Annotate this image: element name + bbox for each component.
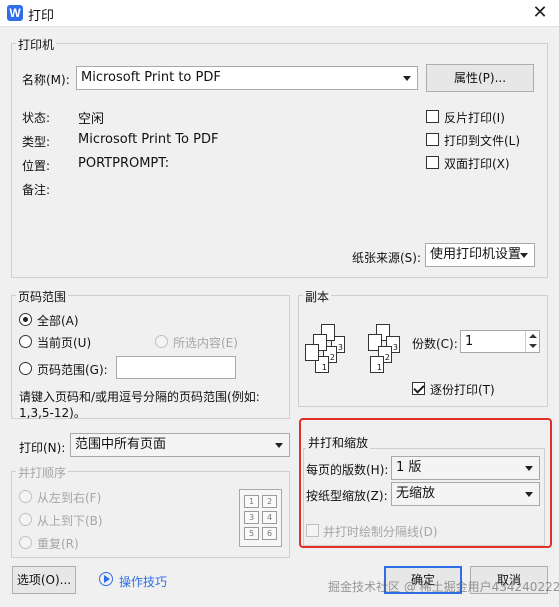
duplex-print-label[interactable]: 双面打印(X)	[444, 155, 510, 172]
paper-source-select[interactable]: 使用打印机设置	[425, 243, 535, 267]
print-what-value: 范围中所有页面	[75, 437, 167, 452]
top-to-bottom-label: 从上到下(B)	[37, 514, 103, 528]
page-range-hint-line2: 1,3,5-12)。	[19, 406, 86, 420]
chevron-down-icon	[403, 76, 411, 81]
chevron-up-icon[interactable]	[529, 334, 537, 338]
type-label: 类型:	[22, 135, 51, 149]
printer-name-select[interactable]: Microsoft Print to PDF	[76, 66, 418, 90]
collate-label[interactable]: 逐份打印(T)	[430, 381, 495, 398]
title-bar	[0, 0, 559, 27]
preview-cell: 1	[244, 495, 259, 508]
page-range-radio[interactable]	[19, 362, 32, 375]
status-label: 状态:	[22, 111, 51, 125]
selection-label: 所选内容(E)	[173, 336, 238, 350]
print-what-select[interactable]: 范围中所有页面	[70, 433, 290, 457]
type-value: Microsoft Print To PDF	[78, 132, 219, 147]
all-pages-radio[interactable]	[19, 313, 32, 326]
current-page-label[interactable]: 当前页(U)	[37, 334, 91, 351]
copies-count-value: 1	[465, 334, 474, 349]
repeat-label: 重复(R)	[37, 537, 79, 551]
printer-name-label: 名称(M):	[22, 73, 70, 87]
printer-name-value: Microsoft Print to PDF	[81, 70, 221, 85]
location-label: 位置:	[22, 159, 51, 173]
reverse-print-label[interactable]: 反片打印(I)	[444, 109, 505, 126]
all-pages-label[interactable]: 全部(A)	[37, 312, 79, 329]
watermark: 掘金技术社区 @ 稀土掘金用户434240222559	[328, 580, 559, 594]
status-value: 空闲	[78, 112, 105, 127]
page-range-hint-line1: 请键入页码和/或用逗号分隔的页码范围(例如:	[19, 390, 260, 404]
properties-button[interactable]: 属性(P)...	[426, 64, 534, 92]
print-to-file-label[interactable]: 打印到文件(L)	[444, 132, 520, 149]
page-range-input[interactable]	[116, 356, 236, 379]
copies-count-input[interactable]: 1	[460, 330, 540, 353]
printer-group-legend: 打印机	[16, 36, 57, 53]
duplex-print-checkbox[interactable]	[426, 156, 439, 169]
wps-writer-icon: W	[7, 5, 23, 21]
collate-order-preview: 1 2 3 4 5 6	[239, 489, 282, 547]
play-triangle	[104, 575, 110, 583]
preview-cell: 6	[262, 527, 277, 540]
comment-label: 备注:	[22, 183, 51, 197]
preview-cell: 4	[262, 511, 277, 524]
top-to-bottom-radio[interactable]	[19, 513, 32, 526]
reverse-print-checkbox[interactable]	[426, 110, 439, 123]
paper-source-label: 纸张来源(S):	[352, 251, 422, 265]
collate-order-legend: 并打顺序	[16, 464, 69, 481]
preview-cell: 5	[244, 527, 259, 540]
copies-stepper[interactable]	[525, 331, 539, 352]
collate-copies-icon: 3 2 1	[360, 322, 405, 388]
copies-legend: 副本	[303, 288, 332, 305]
options-button[interactable]: 选项(O)...	[12, 566, 76, 594]
collate-checkbox[interactable]	[412, 382, 425, 395]
current-page-radio[interactable]	[19, 335, 32, 348]
collate-copies-icon: 3 2 1	[305, 322, 350, 388]
left-to-right-label: 从左到右(F)	[37, 491, 102, 505]
page-icon	[305, 344, 319, 361]
chevron-down-icon	[275, 443, 283, 448]
location-value: PORTPROMPT:	[78, 156, 170, 171]
preview-cell: 2	[262, 495, 277, 508]
left-to-right-radio[interactable]	[19, 490, 32, 503]
page-range-legend: 页码范围	[16, 288, 69, 305]
chevron-down-icon[interactable]	[529, 344, 537, 348]
paper-source-value: 使用打印机设置	[430, 247, 522, 262]
preview-cell: 3	[244, 511, 259, 524]
print-what-label: 打印(N):	[19, 441, 66, 455]
highlight-box	[299, 418, 552, 548]
window-title: 打印	[28, 9, 55, 24]
tips-link[interactable]: 操作技巧	[119, 573, 167, 590]
chevron-down-icon	[520, 253, 528, 258]
page-range-label[interactable]: 页码范围(G):	[37, 361, 108, 378]
copies-count-label: 份数(C):	[412, 337, 458, 351]
repeat-radio[interactable]	[19, 536, 32, 549]
page-icon: 1	[370, 356, 384, 373]
selection-radio[interactable]	[155, 335, 168, 348]
print-to-file-checkbox[interactable]	[426, 133, 439, 146]
play-icon[interactable]	[99, 572, 113, 586]
close-icon[interactable]: ✕	[528, 2, 552, 24]
